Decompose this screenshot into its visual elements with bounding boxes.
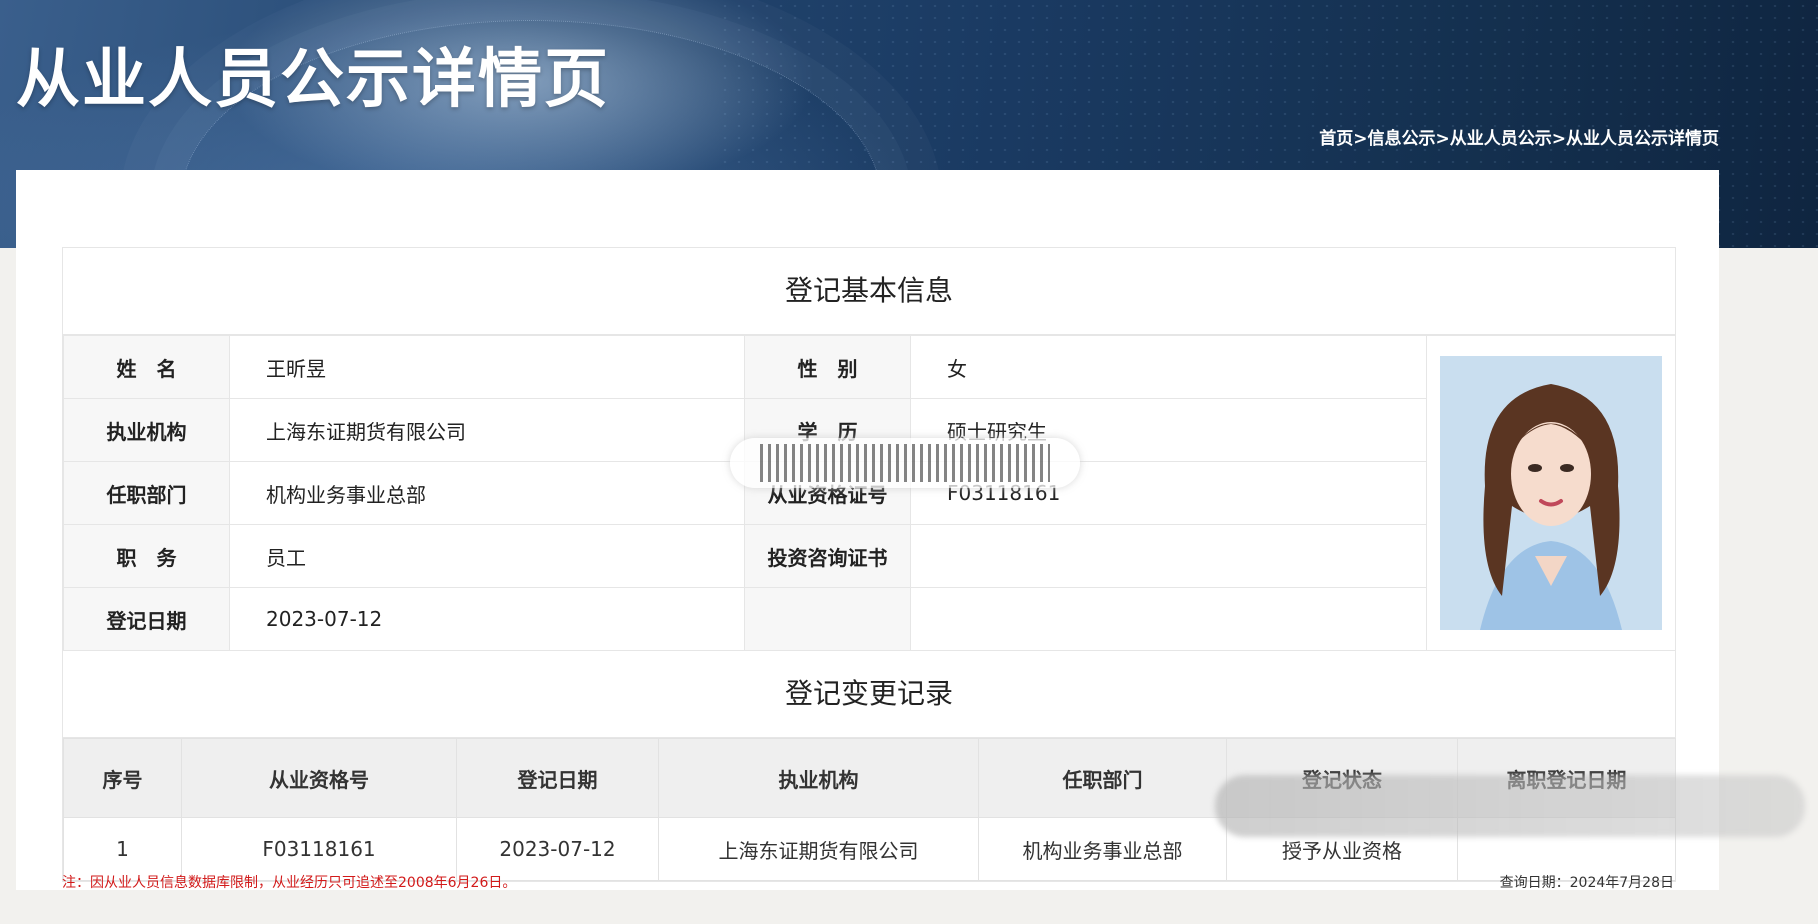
breadcrumb-practitioner-disclosure[interactable]: 从业人员公示	[1450, 129, 1552, 149]
change-log-title: 登记变更记录	[63, 651, 1675, 738]
portrait-photo	[1440, 356, 1662, 630]
breadcrumb: 首页>信息公示>从业人员公示>从业人员公示详情页	[1319, 124, 1719, 149]
registration-date-label: 登记日期	[63, 587, 230, 651]
breadcrumb-separator: >	[1353, 129, 1368, 149]
empty-label	[744, 587, 911, 651]
name-value: 王昕昱	[229, 335, 745, 399]
column-header-index: 序号	[63, 738, 182, 818]
footnote: 注：因从业人员信息数据库限制，从业经历只可追述至2008年6月26日。	[62, 875, 517, 891]
investment-advisory-label: 投资咨询证书	[744, 524, 911, 588]
basic-info-table: 姓 名 王昕昱 性 别 女 执业机构 上海东证期货有限公司 学 历 硕士研究生 …	[63, 335, 1676, 651]
cell-department: 机构业务事业总部	[978, 817, 1227, 881]
breadcrumb-separator: >	[1435, 129, 1450, 149]
page-title: 从业人员公示详情页	[16, 43, 610, 117]
investment-advisory-value	[910, 524, 1427, 588]
gender-label: 性 别	[744, 335, 911, 399]
position-value: 员工	[229, 524, 745, 588]
breadcrumb-info-disclosure[interactable]: 信息公示	[1368, 129, 1436, 149]
department-value: 机构业务事业总部	[229, 461, 745, 525]
position-label: 职 务	[63, 524, 230, 588]
empty-value	[910, 587, 1427, 651]
department-label: 任职部门	[63, 461, 230, 525]
watermark-blur	[1215, 775, 1805, 837]
institution-label: 执业机构	[63, 398, 230, 462]
basic-info-title: 登记基本信息	[63, 248, 1675, 335]
breadcrumb-home[interactable]: 首页	[1319, 129, 1353, 149]
gender-value: 女	[910, 335, 1427, 399]
name-label: 姓 名	[63, 335, 230, 399]
redaction-overlay	[730, 438, 1080, 488]
breadcrumb-separator: >	[1551, 129, 1566, 149]
column-header-department: 任职部门	[978, 738, 1227, 818]
breadcrumb-current: 从业人员公示详情页	[1566, 129, 1719, 149]
photo-cell	[1426, 335, 1676, 651]
query-date: 查询日期：2024年7月28日	[1499, 875, 1674, 891]
institution-value: 上海东证期货有限公司	[229, 398, 745, 462]
column-header-registration-date: 登记日期	[456, 738, 659, 818]
registration-date-value: 2023-07-12	[229, 587, 745, 651]
cell-institution: 上海东证期货有限公司	[658, 817, 979, 881]
info-row-name: 姓 名 王昕昱 性 别 女	[63, 335, 1676, 651]
column-header-institution: 执业机构	[658, 738, 979, 818]
column-header-qualification-number: 从业资格号	[181, 738, 457, 818]
